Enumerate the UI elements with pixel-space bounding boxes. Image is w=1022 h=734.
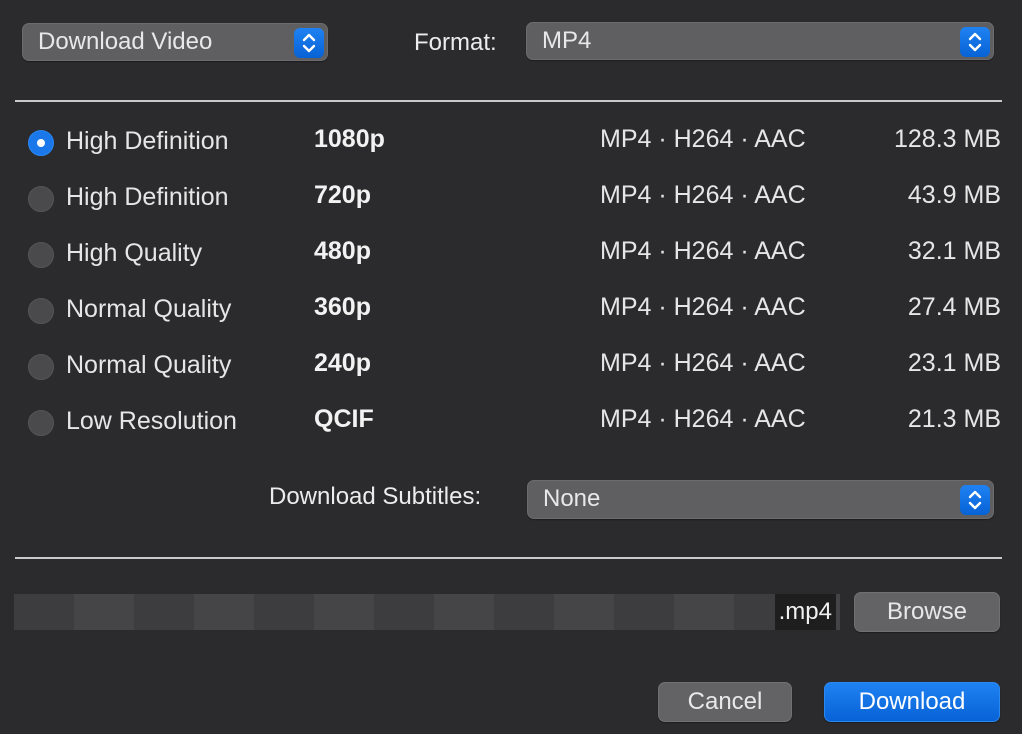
- size-label: 21.3 MB: [907, 405, 1001, 433]
- codec-label: MP4 · H264 · AAC: [600, 125, 806, 153]
- format-label: Format:: [414, 29, 497, 56]
- option-row-3[interactable]: Normal Quality 360p MP4 · H264 · AAC 27.…: [0, 292, 1022, 332]
- codec-label: MP4 · H264 · AAC: [600, 349, 806, 377]
- quality-label: High Definition: [66, 127, 229, 155]
- radio-button[interactable]: [28, 186, 54, 212]
- bottom-divider: [15, 557, 1002, 559]
- option-row-5[interactable]: Low Resolution QCIF MP4 · H264 · AAC 21.…: [0, 404, 1022, 444]
- option-row-1[interactable]: High Definition 720p MP4 · H264 · AAC 43…: [0, 180, 1022, 220]
- chevron-up-down-icon: [960, 485, 990, 515]
- size-label: 32.1 MB: [907, 237, 1001, 265]
- codec-label: MP4 · H264 · AAC: [600, 181, 806, 209]
- size-label: 27.4 MB: [907, 293, 1001, 321]
- resolution-label: 1080p: [314, 125, 385, 153]
- option-row-4[interactable]: Normal Quality 240p MP4 · H264 · AAC 23.…: [0, 348, 1022, 388]
- action-popup[interactable]: Download Video: [22, 23, 328, 61]
- browse-button[interactable]: Browse: [854, 592, 1000, 632]
- radio-button[interactable]: [28, 298, 54, 324]
- subtitles-label: Download Subtitles:: [269, 483, 482, 510]
- codec-label: MP4 · H264 · AAC: [600, 405, 806, 433]
- resolution-label: 480p: [314, 237, 371, 265]
- top-divider: [15, 100, 1002, 102]
- resolution-label: 240p: [314, 349, 371, 377]
- subtitles-popup[interactable]: None: [527, 480, 994, 519]
- file-extension: .mp4: [774, 594, 836, 630]
- resolution-label: QCIF: [314, 405, 374, 433]
- codec-label: MP4 · H264 · AAC: [600, 293, 806, 321]
- option-row-2[interactable]: High Quality 480p MP4 · H264 · AAC 32.1 …: [0, 236, 1022, 276]
- resolution-label: 360p: [314, 293, 371, 321]
- subtitles-popup-value: None: [543, 485, 601, 512]
- resolution-label: 720p: [314, 181, 371, 209]
- filename-field[interactable]: .mp4: [14, 594, 840, 630]
- radio-button[interactable]: [28, 354, 54, 380]
- cancel-button[interactable]: Cancel: [658, 682, 792, 722]
- option-row-0[interactable]: High Definition 1080p MP4 · H264 · AAC 1…: [0, 124, 1022, 164]
- size-label: 23.1 MB: [907, 349, 1001, 377]
- format-popup-value: MP4: [542, 27, 592, 54]
- format-popup[interactable]: MP4: [526, 22, 994, 60]
- radio-button[interactable]: [28, 130, 54, 156]
- quality-label: Low Resolution: [66, 407, 237, 435]
- radio-button[interactable]: [28, 242, 54, 268]
- action-popup-value: Download Video: [38, 28, 213, 55]
- quality-label: High Quality: [66, 239, 203, 267]
- size-label: 43.9 MB: [907, 181, 1001, 209]
- download-button[interactable]: Download: [824, 682, 1000, 722]
- quality-label: Normal Quality: [66, 295, 232, 323]
- radio-button[interactable]: [28, 410, 54, 436]
- size-label: 128.3 MB: [893, 125, 1001, 153]
- chevron-up-down-icon: [294, 28, 324, 58]
- codec-label: MP4 · H264 · AAC: [600, 237, 806, 265]
- chevron-up-down-icon: [960, 27, 990, 57]
- quality-label: Normal Quality: [66, 351, 232, 379]
- quality-label: High Definition: [66, 183, 229, 211]
